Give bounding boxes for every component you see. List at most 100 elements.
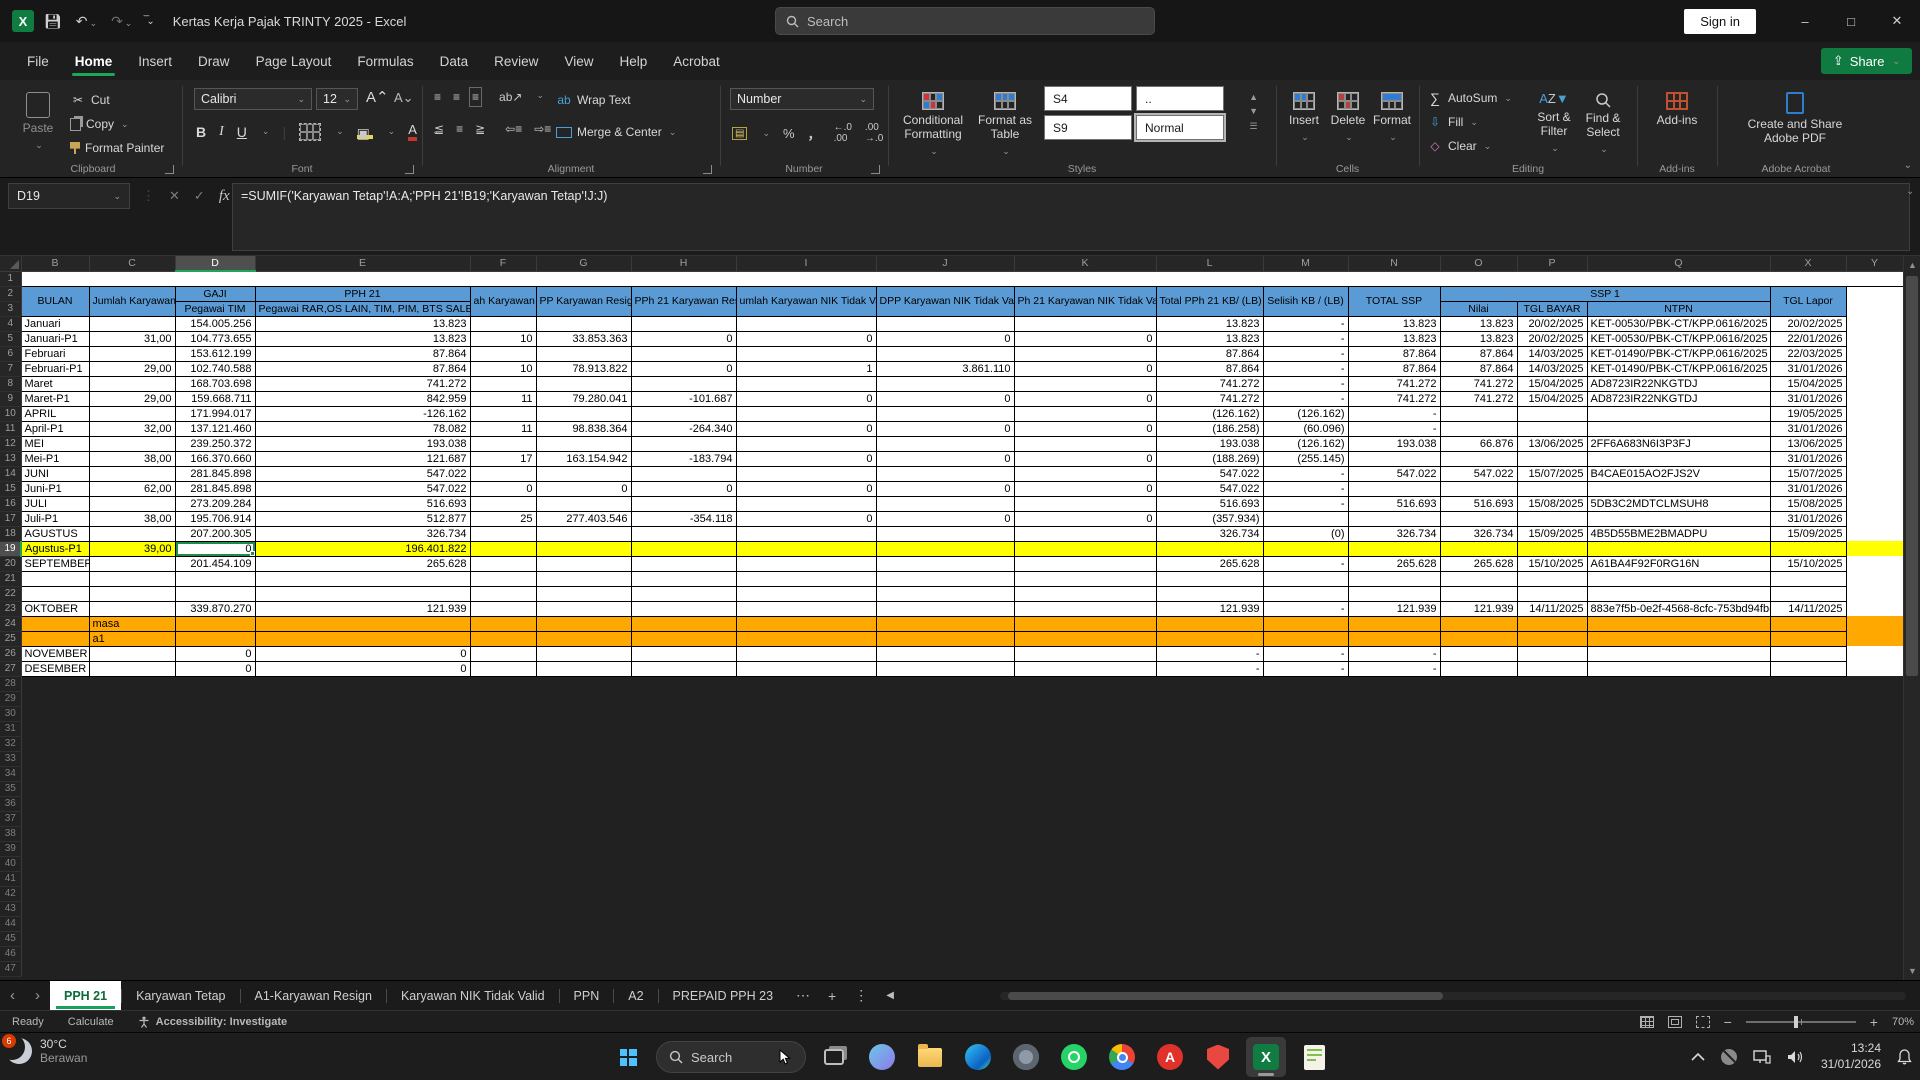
cell[interactable]: 15/04/2025 <box>1517 376 1587 391</box>
column-header-K[interactable]: K <box>1014 256 1156 271</box>
share-button[interactable]: ⇪ Share⌄ <box>1821 48 1912 74</box>
cell[interactable] <box>536 541 631 556</box>
header-cell[interactable]: Jumlah Karyawan <box>89 286 175 316</box>
cell[interactable] <box>21 841 1903 856</box>
cell[interactable] <box>470 406 536 421</box>
column-header-Y[interactable]: Y <box>1846 256 1903 271</box>
percent-style-icon[interactable]: % <box>783 126 795 141</box>
cell[interactable]: 741.272 <box>1156 376 1263 391</box>
cell[interactable] <box>736 631 876 646</box>
cell[interactable] <box>536 466 631 481</box>
header-cell[interactable]: TGL BAYAR <box>1517 301 1587 316</box>
cell[interactable]: 31,00 <box>89 331 175 346</box>
cell[interactable] <box>1263 541 1348 556</box>
row-header[interactable]: 36 <box>0 796 21 811</box>
cell[interactable]: 741.272 <box>255 376 470 391</box>
cell[interactable] <box>21 796 1903 811</box>
name-box[interactable]: D19⌄ <box>8 183 130 209</box>
header-cell[interactable]: TGL Lapor <box>1770 286 1846 316</box>
cell[interactable] <box>470 646 536 661</box>
cell[interactable]: 22/03/2025 <box>1770 346 1846 361</box>
cell[interactable]: 0 <box>736 481 876 496</box>
cell[interactable] <box>1440 421 1517 436</box>
cell[interactable]: - <box>1263 556 1348 571</box>
cell[interactable] <box>1014 586 1156 601</box>
cell[interactable]: Maret-P1 <box>21 391 89 406</box>
header-cell[interactable]: PP Karyawan Resig <box>536 286 631 316</box>
cell[interactable] <box>631 436 736 451</box>
cell[interactable] <box>1587 631 1770 646</box>
cell[interactable]: 11 <box>470 391 536 406</box>
cell[interactable] <box>536 616 631 631</box>
cell[interactable] <box>21 691 1903 706</box>
cell[interactable] <box>736 571 876 586</box>
cell[interactable] <box>1014 571 1156 586</box>
cell[interactable] <box>536 556 631 571</box>
taskbar-icon-app-red[interactable]: A <box>1150 1037 1190 1077</box>
zoom-out-icon[interactable]: − <box>1724 1014 1732 1030</box>
cell[interactable]: 31/01/2026 <box>1770 451 1846 466</box>
cell[interactable]: 326.734 <box>1156 526 1263 541</box>
row-header[interactable]: 30 <box>0 706 21 721</box>
row-header[interactable]: 8 <box>0 376 21 391</box>
cell[interactable]: 15/07/2025 <box>1770 466 1846 481</box>
cell[interactable] <box>1846 541 1903 556</box>
cell[interactable]: 25 <box>470 511 536 526</box>
cell[interactable] <box>536 436 631 451</box>
cell[interactable] <box>1846 646 1903 661</box>
vertical-scroll-thumb[interactable] <box>1906 276 1918 676</box>
cell[interactable] <box>876 661 1014 676</box>
cell[interactable] <box>1156 616 1263 631</box>
cell[interactable]: 0 <box>175 661 255 676</box>
cell[interactable] <box>631 466 736 481</box>
cell[interactable]: AD8723IR22NKGTDJ <box>1587 376 1770 391</box>
clear-button[interactable]: ◇Clear⌄ <box>1427 134 1512 158</box>
cell[interactable] <box>175 616 255 631</box>
cell[interactable] <box>21 571 89 586</box>
cell[interactable] <box>736 646 876 661</box>
cell[interactable] <box>21 931 1903 946</box>
cell[interactable] <box>21 631 89 646</box>
cell[interactable] <box>1846 571 1903 586</box>
cell[interactable] <box>470 541 536 556</box>
cell[interactable] <box>736 556 876 571</box>
maximize-button[interactable]: □ <box>1828 0 1874 42</box>
cell[interactable] <box>536 586 631 601</box>
cell[interactable] <box>1440 631 1517 646</box>
column-header-N[interactable]: N <box>1348 256 1440 271</box>
cell[interactable] <box>21 856 1903 871</box>
cell[interactable] <box>21 751 1903 766</box>
cell[interactable] <box>1156 571 1263 586</box>
cell[interactable]: -183.794 <box>631 451 736 466</box>
cell[interactable] <box>21 676 1903 691</box>
accessibility-status[interactable]: Accessibility: Investigate <box>126 1016 299 1028</box>
cell[interactable]: - <box>1263 601 1348 616</box>
cell[interactable]: Maret <box>21 376 89 391</box>
cell[interactable]: 66.876 <box>1440 436 1517 451</box>
cell[interactable] <box>21 826 1903 841</box>
cell[interactable]: 741.272 <box>1156 391 1263 406</box>
cell[interactable]: 14/03/2025 <box>1517 361 1587 376</box>
cell[interactable]: 741.272 <box>1440 391 1517 406</box>
cell[interactable]: 842.959 <box>255 391 470 406</box>
row-header[interactable]: 1 <box>0 271 21 286</box>
cell[interactable]: 547.022 <box>255 481 470 496</box>
cell[interactable] <box>21 781 1903 796</box>
cell[interactable] <box>1440 451 1517 466</box>
volume-icon[interactable] <box>1787 1050 1805 1064</box>
cell[interactable] <box>1014 466 1156 481</box>
cell[interactable] <box>89 346 175 361</box>
insert-function-icon[interactable]: fx <box>219 188 230 205</box>
row-header[interactable]: 10 <box>0 406 21 421</box>
menu-tab-view[interactable]: View <box>551 45 606 78</box>
cell[interactable]: Mei-P1 <box>21 451 89 466</box>
cell[interactable] <box>536 346 631 361</box>
cell[interactable] <box>876 586 1014 601</box>
cell[interactable]: 0 <box>1014 361 1156 376</box>
cell[interactable]: 0 <box>631 361 736 376</box>
cell[interactable]: 547.022 <box>1348 466 1440 481</box>
vertical-scrollbar[interactable]: ▲ ▼ <box>1903 256 1920 980</box>
cell[interactable]: 13.823 <box>1348 331 1440 346</box>
cell[interactable]: 195.706.914 <box>175 511 255 526</box>
cell[interactable]: 31/01/2026 <box>1770 481 1846 496</box>
